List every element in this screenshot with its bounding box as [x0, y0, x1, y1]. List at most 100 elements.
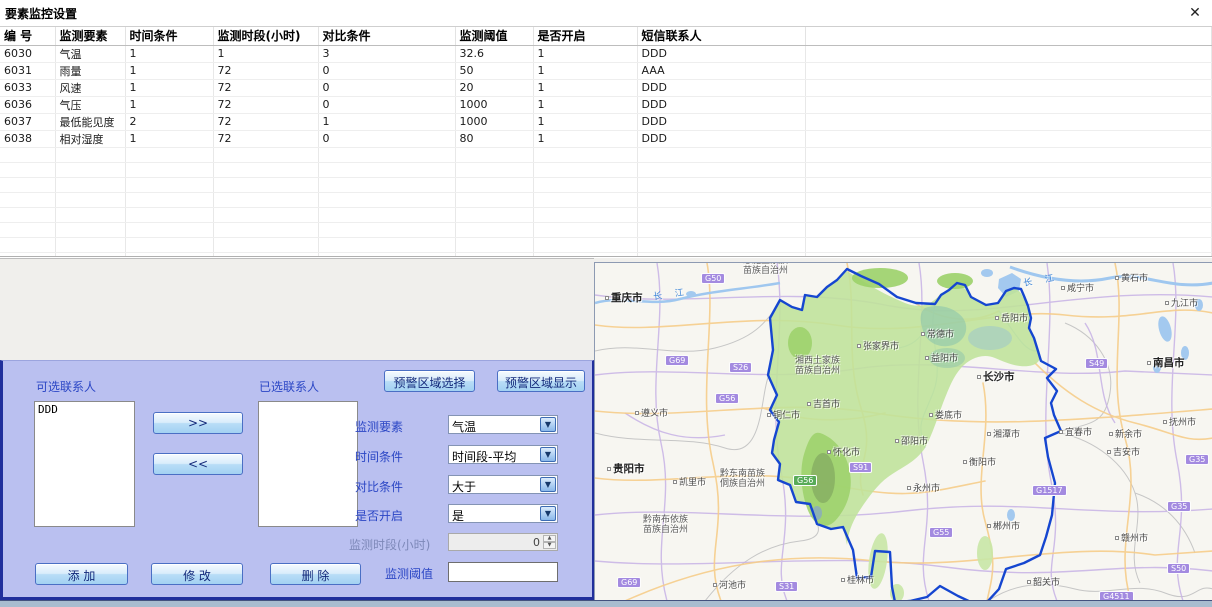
- city-marker-icon: [1115, 536, 1119, 540]
- map-labels-layer: 重庆市遵义市贵阳市凯里市河池市桂林市铜仁市怀化市吉首市张家界市常德市益阳市长沙市…: [595, 263, 1212, 600]
- table-row[interactable]: [0, 237, 1212, 252]
- city-marker-icon: [963, 460, 967, 464]
- road-badge: G50: [701, 273, 725, 284]
- column-header[interactable]: 监测阈值: [455, 27, 533, 45]
- road-badge: G35: [1185, 454, 1209, 465]
- column-header[interactable]: 短信联系人: [637, 27, 805, 45]
- table-cell: [318, 222, 455, 237]
- threshold-input[interactable]: [448, 562, 558, 582]
- table-cell: [805, 79, 1212, 96]
- city-marker-icon: [607, 467, 611, 471]
- table-row[interactable]: 6033风速1720201DDD: [0, 79, 1212, 96]
- chevron-down-icon[interactable]: ▼: [540, 447, 556, 462]
- time-condition-combo[interactable]: 时间段-平均 ▼: [448, 445, 558, 464]
- table-cell: [0, 192, 55, 207]
- table-cell: DDD: [637, 113, 805, 130]
- map-city-label: 益阳市: [925, 351, 958, 364]
- map-city-label: 邵阳市: [895, 434, 928, 447]
- map-city-label: 吉安市: [1107, 445, 1140, 458]
- available-contacts-label: 可选联系人: [36, 378, 96, 395]
- city-marker-icon: [921, 332, 925, 336]
- column-header[interactable]: 监测要素: [55, 27, 125, 45]
- table-cell: [0, 162, 55, 177]
- table-cell: [213, 192, 318, 207]
- table-row[interactable]: [0, 252, 1212, 257]
- element-combo[interactable]: 气温 ▼: [448, 415, 558, 434]
- table-cell: [637, 252, 805, 257]
- modify-button[interactable]: 修 改: [151, 563, 243, 585]
- city-marker-icon: [807, 402, 811, 406]
- table-cell: [805, 252, 1212, 257]
- column-header[interactable]: 时间条件: [125, 27, 213, 45]
- table-cell: [0, 237, 55, 252]
- table-row[interactable]: [0, 177, 1212, 192]
- move-left-button[interactable]: <<: [153, 453, 243, 475]
- warning-area-select-button[interactable]: 预警区域选择: [384, 370, 475, 392]
- table-row[interactable]: [0, 162, 1212, 177]
- table-cell: 1: [125, 79, 213, 96]
- map-city-label: 黄石市: [1115, 271, 1148, 284]
- spinner-arrows-icon[interactable]: ▲▼: [543, 535, 556, 549]
- city-marker-icon: [1163, 420, 1167, 424]
- column-header[interactable]: 监测时段(小时): [213, 27, 318, 45]
- table-row[interactable]: [0, 147, 1212, 162]
- enabled-combo[interactable]: 是 ▼: [448, 504, 558, 523]
- city-marker-icon: [1165, 301, 1169, 305]
- table-row[interactable]: 6037最低能见度272110001DDD: [0, 113, 1212, 130]
- map-city-label: 遵义市: [635, 406, 668, 419]
- table-cell: [0, 177, 55, 192]
- table-row[interactable]: 6031雨量1720501AAA: [0, 62, 1212, 79]
- map-city-label: 娄底市: [929, 408, 962, 421]
- table-cell: [455, 147, 533, 162]
- city-marker-icon: [827, 450, 831, 454]
- available-contacts-list[interactable]: DDD: [34, 401, 135, 527]
- map-view[interactable]: 重庆市遵义市贵阳市凯里市河池市桂林市铜仁市怀化市吉首市张家界市常德市益阳市长沙市…: [594, 262, 1212, 600]
- table-cell: [533, 222, 637, 237]
- table-row[interactable]: 6036气压172010001DDD: [0, 96, 1212, 113]
- warning-area-show-button[interactable]: 预警区域显示: [497, 370, 585, 392]
- table-header-row: 编 号监测要素时间条件监测时段(小时)对比条件监测阈值是否开启短信联系人: [0, 27, 1212, 45]
- road-badge: S50: [1167, 563, 1190, 574]
- chevron-down-icon[interactable]: ▼: [540, 506, 556, 521]
- table-cell: [0, 207, 55, 222]
- city-marker-icon: [713, 583, 717, 587]
- table-cell: [805, 162, 1212, 177]
- table-cell: [125, 237, 213, 252]
- table-cell: 1: [533, 45, 637, 62]
- table-row[interactable]: 6030气温11332.61DDD: [0, 45, 1212, 62]
- close-icon[interactable]: ✕: [1185, 3, 1205, 23]
- selected-contacts-list[interactable]: [258, 401, 358, 527]
- table-cell: 1: [533, 130, 637, 147]
- city-marker-icon: [1109, 432, 1113, 436]
- add-button[interactable]: 添 加: [35, 563, 128, 585]
- table-cell: [55, 237, 125, 252]
- map-city-label: 韶关市: [1027, 575, 1060, 588]
- monitor-table[interactable]: 编 号监测要素时间条件监测时段(小时)对比条件监测阈值是否开启短信联系人 603…: [0, 26, 1212, 257]
- chevron-down-icon[interactable]: ▼: [540, 477, 556, 492]
- city-marker-icon: [1027, 580, 1031, 584]
- chevron-down-icon[interactable]: ▼: [540, 417, 556, 432]
- column-header[interactable]: 是否开启: [533, 27, 637, 45]
- compare-condition-label: 对比条件: [355, 478, 403, 495]
- table-cell: [805, 130, 1212, 147]
- table-cell: [637, 207, 805, 222]
- column-header[interactable]: [805, 27, 1212, 45]
- compare-condition-combo[interactable]: 大于 ▼: [448, 475, 558, 494]
- table-row[interactable]: [0, 222, 1212, 237]
- table-row[interactable]: [0, 192, 1212, 207]
- table-cell: 72: [213, 130, 318, 147]
- city-marker-icon: [987, 524, 991, 528]
- move-right-button[interactable]: >>: [153, 412, 243, 434]
- table-row[interactable]: 6038相对湿度1720801DDD: [0, 130, 1212, 147]
- road-badge: G69: [665, 355, 689, 366]
- column-header[interactable]: 对比条件: [318, 27, 455, 45]
- bottom-strip: [0, 600, 1212, 607]
- table-cell: [125, 147, 213, 162]
- delete-button[interactable]: 删 除: [270, 563, 361, 585]
- period-spinner[interactable]: 0 ▲▼: [448, 533, 558, 551]
- list-item[interactable]: DDD: [35, 402, 134, 417]
- map-city-label: 张家界市: [857, 339, 899, 352]
- table-row[interactable]: [0, 207, 1212, 222]
- city-marker-icon: [605, 296, 609, 300]
- column-header[interactable]: 编 号: [0, 27, 55, 45]
